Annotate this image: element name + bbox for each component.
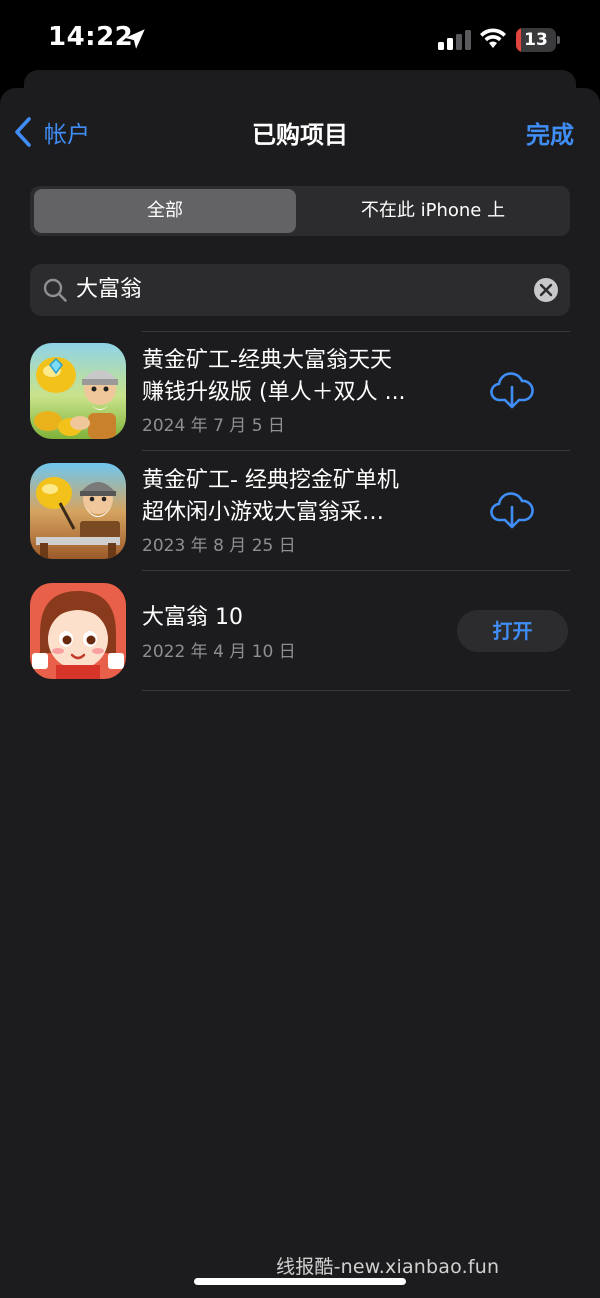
app-title-line-1: 黄金矿工- 经典挖金矿单机: [142, 468, 399, 493]
search-field[interactable]: 大富翁: [30, 264, 570, 316]
battery-percentage: 13: [524, 30, 548, 50]
status-bar: 14:22 13: [0, 0, 600, 80]
monopoly-10-artwork: [30, 583, 126, 679]
app-title: 大富翁 10: [142, 605, 243, 630]
app-title-line-2: 赚钱升级版 (单人＋双人 ...: [142, 380, 406, 405]
search-input[interactable]: 大富翁: [76, 264, 142, 316]
done-button[interactable]: 完成: [526, 115, 574, 150]
search-icon: [43, 278, 67, 302]
segmented-control: 全部 不在此 iPhone 上: [30, 186, 570, 236]
wifi-icon: [480, 28, 506, 48]
location-arrow-icon: [125, 29, 145, 49]
row-separator: [142, 690, 570, 691]
status-time: 14:22: [48, 22, 134, 52]
cloud-download-icon[interactable]: [490, 490, 534, 530]
home-indicator[interactable]: [194, 1278, 406, 1285]
segment-not-on-iphone[interactable]: 不在此 iPhone 上: [300, 189, 566, 233]
row-separator: [142, 331, 570, 332]
clear-icon: [539, 283, 553, 297]
battery-body: 13: [516, 28, 556, 52]
row-separator: [142, 570, 570, 571]
page-title: 已购项目: [252, 121, 348, 149]
app-title-line-1: 黄金矿工-经典大富翁天天: [142, 348, 392, 373]
app-title-line-2: 超休闲小游戏大富翁采…: [142, 500, 385, 525]
app-icon-monopoly-10[interactable]: [30, 583, 126, 679]
app-icon-gold-miner-2[interactable]: [30, 463, 126, 559]
open-button[interactable]: 打开: [457, 610, 568, 652]
row-separator: [142, 450, 570, 451]
app-icon-gold-miner-1[interactable]: [30, 343, 126, 439]
purchase-date: 2022 年 4 月 10 日: [142, 642, 296, 662]
gold-miner-artwork: [30, 343, 126, 439]
battery-indicator: 13: [516, 28, 560, 52]
segment-all[interactable]: 全部: [34, 189, 296, 233]
clear-search-button[interactable]: [534, 278, 558, 302]
cloud-download-icon[interactable]: [490, 370, 534, 410]
battery-cap: [557, 36, 560, 44]
purchase-date: 2023 年 8 月 25 日: [142, 536, 296, 556]
gold-miner-classic-artwork: [30, 463, 126, 559]
cellular-signal-icon: [438, 30, 471, 50]
watermark-text: 线报酷-new.xianbao.fun: [276, 1256, 500, 1278]
purchase-date: 2024 年 7 月 5 日: [142, 416, 285, 436]
